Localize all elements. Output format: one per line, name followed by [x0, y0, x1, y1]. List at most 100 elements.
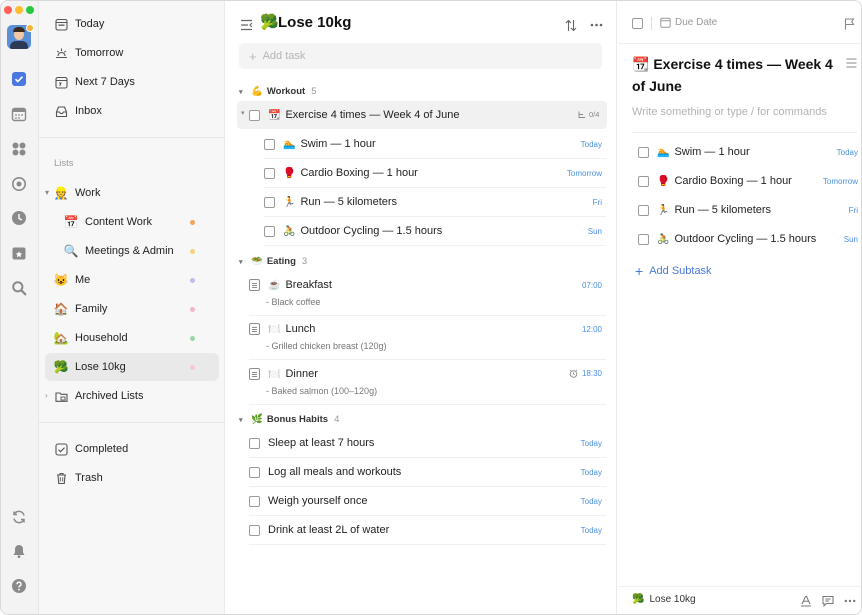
subtask-checkbox[interactable] [638, 175, 649, 187]
subtask-due-date[interactable]: Sun [844, 235, 858, 244]
due-date[interactable]: Tomorrow [567, 169, 602, 178]
add-subtask-button[interactable]: + Add Subtask [635, 263, 712, 279]
detail-title[interactable]: 📆 Exercise 4 times — Week 4 of June [632, 53, 842, 97]
sidebar-item-family[interactable]: 🏠 Family [45, 295, 219, 323]
due-time[interactable]: 07:00 [582, 281, 602, 290]
text-format-icon[interactable] [799, 594, 813, 608]
sidebar-item-me[interactable]: 😺 Me [45, 266, 219, 294]
task-row[interactable]: Weigh yourself once [249, 495, 367, 507]
due-date[interactable]: Today [581, 140, 602, 149]
due-date[interactable]: Today [581, 439, 602, 448]
task-note-preview: - Black coffee [266, 297, 321, 307]
chevron-down-icon: ▾ [239, 416, 243, 424]
sidebar-item-tomorrow[interactable]: Tomorrow [45, 39, 219, 67]
sort-icon[interactable] [564, 18, 578, 32]
subtask-checkbox[interactable] [638, 233, 649, 245]
group-header-bonus-habits[interactable]: ▾ 🌿 Bonus Habits 4 [239, 414, 339, 425]
subtask-due-date[interactable]: Tomorrow [823, 177, 858, 186]
due-time-with-reminder[interactable]: 18:30 [569, 369, 602, 378]
sidebar-item-content-work[interactable]: 📅 Content Work [55, 208, 219, 236]
task-row[interactable]: 🏃 Run — 5 kilometers [264, 196, 397, 208]
chevron-down-icon[interactable]: ▾ [241, 109, 245, 117]
task-row[interactable]: Sleep at least 7 hours [249, 437, 374, 449]
task-checkbox[interactable] [249, 495, 260, 507]
group-header-eating[interactable]: ▾ 🥗 Eating 3 [239, 256, 307, 267]
task-checkbox[interactable] [249, 524, 260, 536]
clock-icon[interactable] [10, 209, 28, 227]
more-options-icon[interactable] [843, 594, 857, 608]
flag-icon[interactable] [843, 17, 855, 30]
list-selector[interactable]: 🥦 Lose 10kg [632, 594, 696, 605]
task-checkbox[interactable] [264, 196, 275, 208]
sync-icon[interactable] [10, 508, 28, 526]
task-row-note[interactable]: 🍽️ Lunch [249, 323, 315, 335]
task-row-parent[interactable]: 📆 Exercise 4 times — Week 4 of June [249, 109, 460, 121]
subtask-row[interactable]: 🥊 Cardio Boxing — 1 hour [638, 175, 792, 187]
sidebar-item-household[interactable]: 🏡 Household [45, 324, 219, 352]
more-options-icon[interactable] [588, 18, 604, 32]
due-date[interactable]: Today [581, 526, 602, 535]
task-checkbox-icon[interactable] [10, 70, 28, 88]
sidebar-item-lose-10kg[interactable]: 🥦 Lose 10kg [45, 353, 219, 381]
sidebar-folder-work[interactable]: 👷 Work [45, 179, 219, 207]
subtask-due-date[interactable]: Fri [849, 206, 858, 215]
sidebar-item-meetings-admin[interactable]: 🔍 Meetings & Admin [55, 237, 219, 265]
description-input[interactable]: Write something or type / for commands [632, 106, 827, 118]
subtask-row[interactable]: 🏃 Run — 5 kilometers [638, 204, 771, 216]
subtask-checkbox[interactable] [638, 146, 649, 158]
note-icon[interactable] [249, 279, 260, 291]
task-row[interactable]: 🏊 Swim — 1 hour [264, 138, 376, 150]
subtask-row[interactable]: 🚴 Outdoor Cycling — 1.5 hours [638, 233, 816, 245]
help-icon[interactable] [10, 577, 28, 595]
note-icon[interactable] [249, 368, 260, 380]
search-icon[interactable] [10, 279, 28, 297]
minimize-window-button[interactable] [15, 6, 23, 14]
comment-icon[interactable] [821, 594, 835, 608]
task-checkbox[interactable] [249, 109, 260, 121]
task-row[interactable]: Log all meals and workouts [249, 466, 401, 478]
task-checkbox[interactable] [249, 466, 260, 478]
task-row[interactable]: 🚴 Outdoor Cycling — 1.5 hours [264, 225, 442, 237]
due-date[interactable]: Today [581, 468, 602, 477]
task-checkbox[interactable] [264, 167, 275, 179]
task-checkbox[interactable] [264, 138, 275, 150]
task-row[interactable]: 🥊 Cardio Boxing — 1 hour [264, 167, 418, 179]
boxing-glove-emoji-icon: 🥊 [657, 175, 670, 187]
zoom-window-button[interactable] [26, 6, 34, 14]
due-date[interactable]: Fri [593, 198, 602, 207]
task-checkbox[interactable] [249, 437, 260, 449]
sidebar-item-completed[interactable]: Completed [45, 435, 219, 463]
due-date[interactable]: Sun [588, 227, 602, 236]
eisenhower-matrix-icon[interactable] [10, 140, 28, 158]
app-window: Today Tomorrow Next 7 Days Inbox Lists ▾… [0, 0, 862, 615]
focus-timer-icon[interactable] [10, 175, 28, 193]
close-window-button[interactable] [4, 6, 12, 14]
due-date-button[interactable]: Due Date [660, 17, 717, 28]
due-time[interactable]: 12:00 [582, 325, 602, 334]
group-header-workout[interactable]: ▾ 💪 Workout 5 [239, 86, 317, 97]
task-row[interactable]: Drink at least 2L of water [249, 524, 389, 536]
task-checkbox[interactable] [264, 225, 275, 237]
add-task-input[interactable]: + Add task [239, 43, 602, 69]
subtask-row[interactable]: 🏊 Swim — 1 hour [638, 146, 750, 158]
sidebar-item-next7days[interactable]: Next 7 Days [45, 68, 219, 96]
task-row-note[interactable]: 🍽️ Dinner [249, 368, 318, 380]
detail-task-checkbox[interactable] [632, 18, 643, 29]
sidebar-item-archived-lists[interactable]: Archived Lists [45, 382, 219, 410]
sidebar-item-trash[interactable]: Trash [45, 464, 219, 492]
alarm-clock-icon [569, 369, 578, 378]
note-icon[interactable] [249, 323, 260, 335]
subtask-checkbox[interactable] [638, 204, 649, 216]
list-options-icon[interactable] [845, 57, 857, 69]
habit-calendar-icon[interactable] [10, 244, 28, 262]
task-row-note[interactable]: ☕ Breakfast [249, 279, 332, 291]
sidebar-item-inbox[interactable]: Inbox [45, 97, 219, 125]
calendar-icon[interactable] [10, 105, 28, 123]
sidebar-toggle-icon[interactable] [239, 18, 253, 32]
subtask-due-date[interactable]: Today [837, 148, 858, 157]
notifications-bell-icon[interactable] [10, 542, 28, 560]
due-date[interactable]: Today [581, 497, 602, 506]
sidebar-item-today[interactable]: Today [45, 10, 219, 38]
sunrise-icon [53, 45, 69, 61]
row-divider [249, 515, 606, 516]
